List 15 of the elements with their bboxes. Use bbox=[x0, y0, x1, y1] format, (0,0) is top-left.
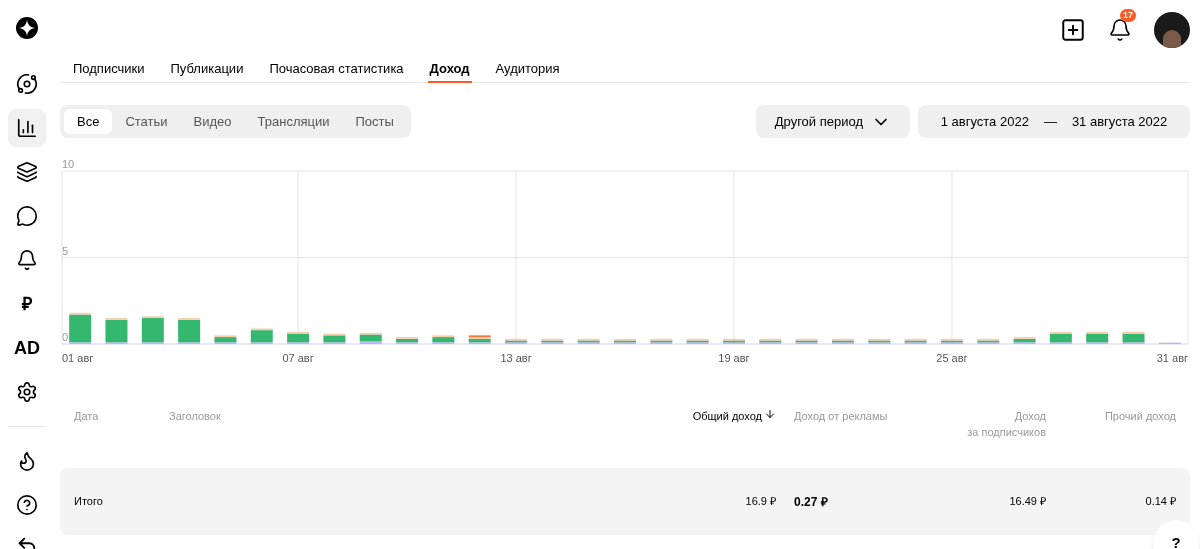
x-tick-label: 07 авг bbox=[282, 352, 314, 364]
x-tick-label: 31 авг bbox=[1156, 352, 1188, 364]
total-value: 0.14 ₽ bbox=[1145, 495, 1176, 508]
x-tick-label: 01 авг bbox=[62, 352, 94, 364]
x-tick-label: 25 авг bbox=[936, 352, 968, 364]
total-value: 16.49 ₽ bbox=[1009, 495, 1046, 508]
x-tick-label: 13 авг bbox=[500, 352, 532, 364]
x-tick-label: 19 авг bbox=[718, 352, 750, 364]
notification-badge: 17 bbox=[1120, 9, 1136, 22]
y-tick-label: 5 bbox=[62, 244, 69, 257]
total-value: 0.27 ₽ bbox=[794, 494, 828, 509]
y-tick-label: 10 bbox=[62, 158, 75, 170]
y-tick-label: 0 bbox=[62, 331, 69, 343]
total-label: Итого bbox=[74, 495, 103, 508]
total-value: 16.9 ₽ bbox=[745, 495, 776, 508]
